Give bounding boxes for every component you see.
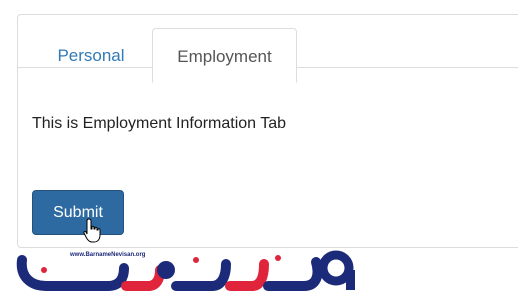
- tab-personal[interactable]: Personal: [36, 28, 146, 83]
- tab-employment[interactable]: Employment: [152, 28, 297, 83]
- tab-content-text: This is Employment Information Tab: [32, 115, 287, 132]
- site-logo-watermark: [16, 250, 355, 291]
- submit-button[interactable]: Submit: [32, 190, 124, 235]
- watermark-url: www.BarnameNevisan.org: [70, 252, 146, 258]
